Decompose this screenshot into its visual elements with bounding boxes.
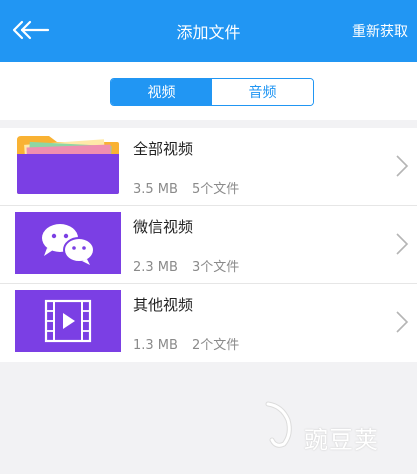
tab-video[interactable]: 视频 (111, 79, 212, 105)
item-title: 其他视频 (133, 296, 194, 314)
list-item-all-videos[interactable]: 全部视频 3.5 MB 5个文件 (0, 128, 417, 206)
chevron-right-icon (396, 155, 409, 177)
watermark-text: 豌豆荚 (304, 426, 379, 454)
item-size: 1.3 MB (133, 338, 178, 353)
item-size: 2.3 MB (133, 260, 178, 275)
tab-bar: 视频 音频 (0, 62, 417, 120)
wechat-icon (15, 212, 121, 274)
video-category-list: 全部视频 3.5 MB 5个文件 微信视频 2.3 MB 3个文件 其他视频 1… (0, 128, 417, 362)
item-title: 全部视频 (133, 140, 194, 158)
chevron-right-icon (396, 311, 409, 333)
list-item-other-videos[interactable]: 其他视频 1.3 MB 2个文件 (0, 284, 417, 362)
refresh-button[interactable]: 重新获取 (352, 21, 408, 41)
item-meta: 1.3 MB 2个文件 (133, 334, 253, 353)
media-type-switch: 视频 音频 (110, 78, 314, 106)
chevron-right-icon (396, 233, 409, 255)
item-count: 5个文件 (191, 182, 240, 197)
top-bar: 添加文件 重新获取 (0, 0, 417, 62)
item-title: 微信视频 (133, 218, 194, 236)
item-size: 3.5 MB (133, 182, 178, 197)
item-count: 2个文件 (191, 338, 240, 353)
tab-audio[interactable]: 音频 (212, 79, 313, 105)
item-meta: 3.5 MB 5个文件 (133, 178, 253, 197)
item-count: 3个文件 (191, 260, 240, 275)
list-item-wechat-videos[interactable]: 微信视频 2.3 MB 3个文件 (0, 206, 417, 284)
item-meta: 2.3 MB 3个文件 (133, 256, 253, 275)
folder-icon (17, 136, 119, 194)
film-play-icon (15, 290, 121, 352)
